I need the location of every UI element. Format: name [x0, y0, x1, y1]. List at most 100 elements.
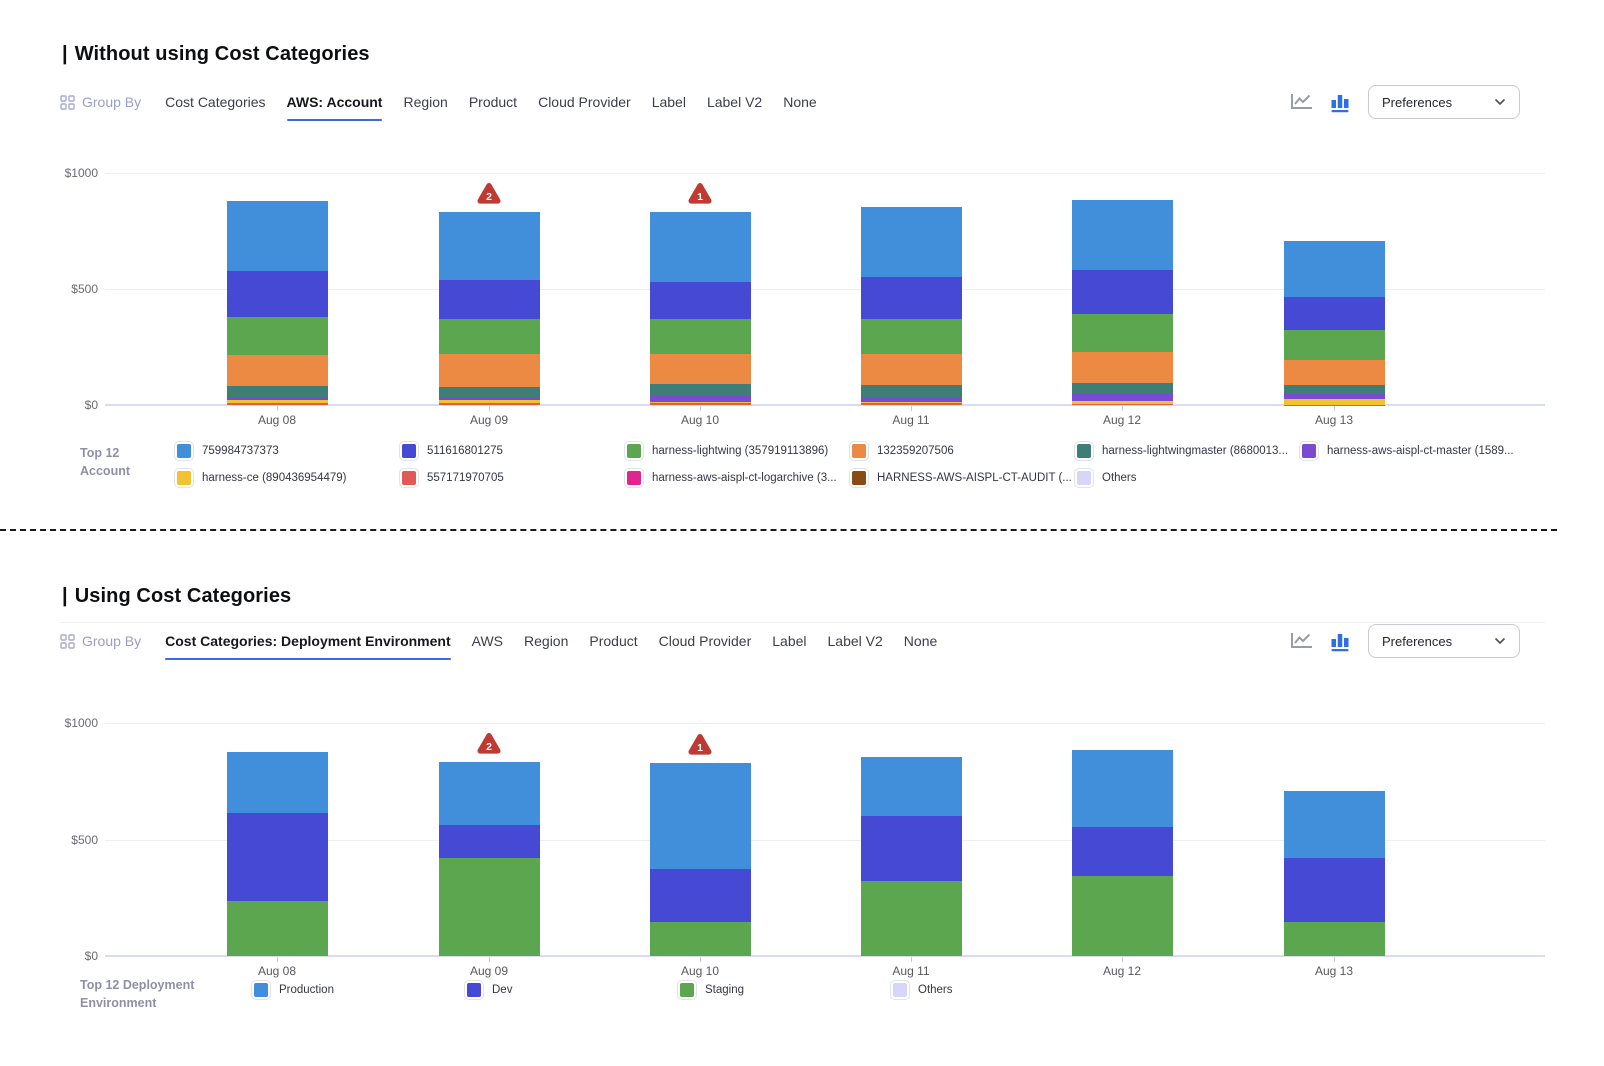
bar-segment-759984737373[interactable] — [439, 212, 540, 280]
bar-segment-dev[interactable] — [861, 816, 962, 881]
tab-product[interactable]: Product — [589, 633, 637, 650]
line-chart-icon[interactable] — [1290, 630, 1314, 652]
bar-chart-icon[interactable] — [1329, 630, 1353, 652]
preferences-button-1[interactable]: Preferences — [1368, 85, 1520, 119]
legend-item-staging[interactable]: Staging — [678, 981, 891, 998]
bar-segment-production[interactable] — [861, 757, 962, 816]
bar-segment-511616801275[interactable] — [227, 271, 328, 317]
bar-segment-staging[interactable] — [861, 881, 962, 956]
bar-segment-staging[interactable] — [439, 858, 540, 956]
anomaly-badge[interactable]: 2 — [476, 182, 502, 205]
bar-segment-511616801275[interactable] — [861, 277, 962, 319]
legend-item-511616801275[interactable]: 511616801275 — [400, 442, 625, 459]
legend-item-production[interactable]: Production — [252, 981, 465, 998]
bar-segment-132359207506[interactable] — [1284, 360, 1385, 385]
bar-segment-harness-aws-aispl-ct-master-1589[interactable] — [1072, 393, 1173, 401]
bar-segment-dev[interactable] — [227, 813, 328, 901]
bar-segment-dev[interactable] — [1284, 858, 1385, 923]
preferences-button-2[interactable]: Preferences — [1368, 624, 1520, 658]
legend-item-others[interactable]: Others — [1075, 469, 1300, 486]
bar-segment-harness-ce-890436954479[interactable] — [861, 402, 962, 404]
tab-cost-categories[interactable]: Cost Categories — [165, 94, 265, 111]
tab-none[interactable]: None — [904, 633, 937, 650]
bar-segment-harness-aws-aispl-ct-master-1589[interactable] — [227, 397, 328, 400]
bar-segment-557171970705[interactable] — [861, 403, 962, 405]
bar-segment-harness-aws-aispl-ct-master-1589[interactable] — [1284, 394, 1385, 399]
tab-label[interactable]: Label — [652, 94, 686, 111]
tab-label-v2[interactable]: Label V2 — [828, 633, 883, 650]
bar-segment-759984737373[interactable] — [861, 207, 962, 277]
tab-cost-categories-deployment-environment[interactable]: Cost Categories: Deployment Environment — [165, 633, 451, 650]
legend-item-132359207506[interactable]: 132359207506 — [850, 442, 1075, 459]
bar-segment-511616801275[interactable] — [439, 280, 540, 319]
tab-none[interactable]: None — [783, 94, 816, 111]
bar-segment-production[interactable] — [227, 752, 328, 814]
bar-segment-staging[interactable] — [650, 922, 751, 956]
bar-segment-harness-lightwing-357919113896[interactable] — [1072, 314, 1173, 352]
bar-segment-harness-aws-aispl-ct-master-1589[interactable] — [861, 397, 962, 402]
bar-segment-staging[interactable] — [1284, 922, 1385, 956]
bar-segment-harness-ce-890436954479[interactable] — [650, 402, 751, 404]
legend-item-harness-ce-890436954479[interactable]: harness-ce (890436954479) — [175, 469, 400, 486]
tab-cloud-provider[interactable]: Cloud Provider — [659, 633, 752, 650]
bar-segment-harness-ce-890436954479[interactable] — [1284, 399, 1385, 405]
bar-segment-dev[interactable] — [1072, 827, 1173, 875]
bar-segment-557171970705[interactable] — [1072, 404, 1173, 405]
bar-segment-harness-ce-890436954479[interactable] — [227, 400, 328, 403]
bar-segment-557171970705[interactable] — [227, 403, 328, 405]
bar-segment-harness-lightwing-357919113896[interactable] — [650, 319, 751, 354]
bar-segment-staging[interactable] — [1072, 876, 1173, 956]
bar-segment-harness-lightwingmaster-8680013[interactable] — [861, 385, 962, 397]
tab-label[interactable]: Label — [772, 633, 806, 650]
line-chart-icon[interactable] — [1290, 91, 1314, 113]
bar-segment-harness-lightwingmaster-8680013[interactable] — [650, 384, 751, 396]
bar-segment-harness-ce-890436954479[interactable] — [439, 400, 540, 403]
tab-product[interactable]: Product — [469, 94, 517, 111]
anomaly-badge[interactable]: 2 — [476, 732, 502, 755]
bar-segment-511616801275[interactable] — [1072, 270, 1173, 314]
bar-segment-harness-ce-890436954479[interactable] — [1072, 401, 1173, 403]
bar-segment-132359207506[interactable] — [227, 355, 328, 386]
bar-segment-759984737373[interactable] — [1284, 241, 1385, 297]
bar-segment-dev[interactable] — [650, 869, 751, 922]
legend-item-557171970705[interactable]: 557171970705 — [400, 469, 625, 486]
bar-segment-harness-aws-aispl-ct-master-1589[interactable] — [650, 396, 751, 402]
legend-item-759984737373[interactable]: 759984737373 — [175, 442, 400, 459]
bar-segment-harness-lightwingmaster-8680013[interactable] — [227, 386, 328, 398]
bar-segment-557171970705[interactable] — [439, 403, 540, 405]
bar-segment-759984737373[interactable] — [227, 201, 328, 271]
bar-segment-production[interactable] — [439, 762, 540, 825]
bar-segment-511616801275[interactable] — [1284, 297, 1385, 331]
anomaly-badge[interactable]: 1 — [687, 733, 713, 756]
bar-segment-harness-lightwing-357919113896[interactable] — [1284, 330, 1385, 360]
bar-segment-production[interactable] — [1072, 750, 1173, 827]
bar-segment-759984737373[interactable] — [650, 212, 751, 282]
bar-segment-132359207506[interactable] — [1072, 352, 1173, 384]
anomaly-badge[interactable]: 1 — [687, 182, 713, 205]
legend-item-harness-lightwingmaster-8680013[interactable]: harness-lightwingmaster (8680013... — [1075, 442, 1300, 459]
tab-label-v2[interactable]: Label V2 — [707, 94, 762, 111]
bar-segment-harness-lightwing-357919113896[interactable] — [439, 319, 540, 354]
bar-segment-harness-aws-aispl-ct-master-1589[interactable] — [439, 397, 540, 400]
tab-aws[interactable]: AWS — [472, 633, 503, 650]
bar-segment-harness-lightwing-357919113896[interactable] — [227, 317, 328, 355]
bar-segment-511616801275[interactable] — [650, 282, 751, 320]
legend-item-harness-aws-aispl-ct-logarchive-3[interactable]: harness-aws-aispl-ct-logarchive (3... — [625, 469, 850, 486]
legend-item-harness-lightwing-357919113896[interactable]: harness-lightwing (357919113896) — [625, 442, 850, 459]
bar-segment-dev[interactable] — [439, 825, 540, 858]
bar-chart-icon[interactable] — [1329, 91, 1353, 113]
bar-segment-production[interactable] — [1284, 791, 1385, 858]
bar-segment-557171970705[interactable] — [650, 403, 751, 405]
bar-segment-132359207506[interactable] — [861, 354, 962, 385]
tab-cloud-provider[interactable]: Cloud Provider — [538, 94, 631, 111]
bar-segment-harness-lightwing-357919113896[interactable] — [861, 319, 962, 354]
bar-segment-harness-lightwingmaster-8680013[interactable] — [1284, 385, 1385, 394]
tab-aws-account[interactable]: AWS: Account — [287, 94, 383, 111]
bar-segment-132359207506[interactable] — [439, 354, 540, 387]
bar-segment-759984737373[interactable] — [1072, 200, 1173, 270]
bar-segment-staging[interactable] — [227, 901, 328, 956]
tab-region[interactable]: Region — [403, 94, 447, 111]
legend-item-others[interactable]: Others — [891, 981, 1104, 998]
bar-segment-production[interactable] — [650, 763, 751, 869]
legend-item-harness-aws-aispl-ct-audit[interactable]: HARNESS-AWS-AISPL-CT-AUDIT (... — [850, 469, 1075, 486]
